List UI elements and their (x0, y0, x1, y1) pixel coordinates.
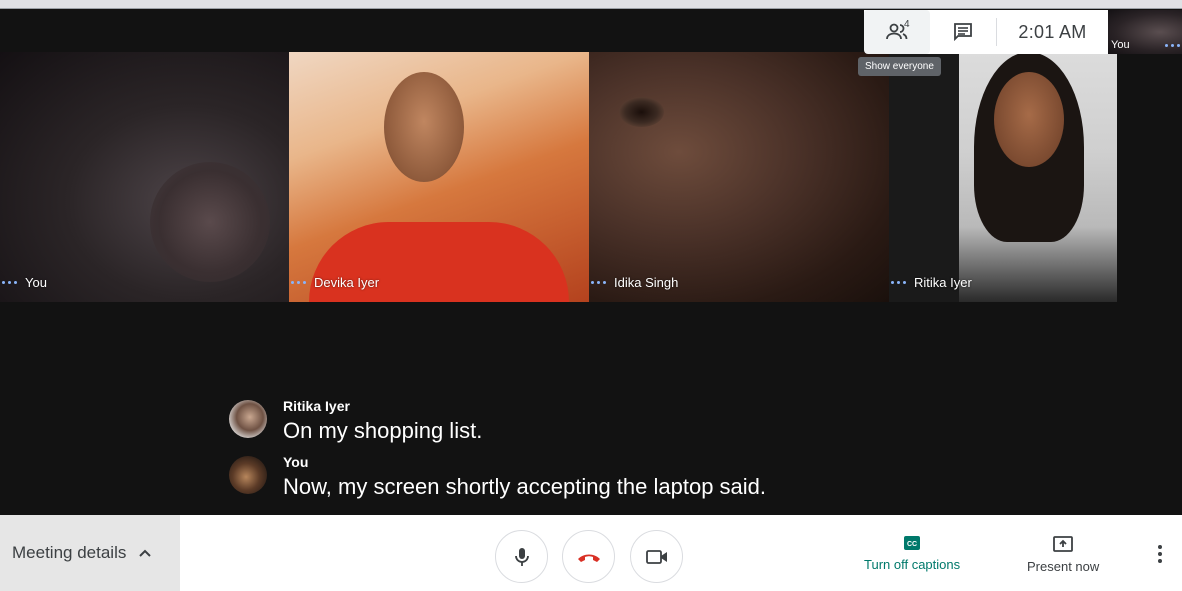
chevron-up-icon (139, 549, 152, 557)
self-preview-label: You (1111, 39, 1130, 51)
participant-count: 4 (904, 19, 910, 30)
self-preview[interactable]: You (1108, 10, 1182, 54)
participant-name-row: Ritika Iyer (889, 275, 972, 290)
mic-icon (514, 547, 529, 566)
svg-text:CC: CC (907, 541, 917, 548)
meeting-clock: 2:01 AM (1018, 21, 1087, 42)
participant-name: You (25, 275, 47, 290)
participant-face (384, 72, 464, 182)
participant-tile-devika[interactable]: Devika Iyer (289, 52, 589, 302)
camera-icon (645, 549, 667, 564)
hangup-button[interactable] (562, 530, 615, 583)
participant-face (994, 72, 1064, 167)
speaking-indicator-icon (2, 281, 17, 284)
camera-button[interactable] (630, 530, 683, 583)
participant-name: Devika Iyer (314, 275, 380, 290)
bottom-control-bar: Meeting details CC Turn off captions Pre… (0, 515, 1182, 591)
top-info-panel: 4 2:01 AM (864, 10, 1108, 54)
more-options-button[interactable] (1150, 542, 1170, 566)
caption-text: On my shopping list. (283, 418, 483, 443)
browser-address-strip (0, 0, 1182, 9)
caption-entry: You Now, my screen shortly accepting the… (229, 454, 766, 500)
closed-captions-icon: CC (904, 536, 921, 550)
speaking-indicator-icon (291, 281, 306, 284)
meeting-details-button[interactable]: Meeting details (0, 515, 180, 591)
caption-body: You Now, my screen shortly accepting the… (283, 454, 766, 500)
caption-text: Now, my screen shortly accepting the lap… (283, 474, 767, 499)
present-now-button[interactable]: Present now (1027, 535, 1099, 574)
participant-name: Ritika Iyer (914, 275, 972, 290)
more-vert-icon (1158, 545, 1162, 563)
participant-video (0, 52, 289, 302)
present-icon (1053, 536, 1074, 552)
caption-speaker: You (283, 454, 309, 470)
participant-video (589, 52, 889, 302)
participant-name-row: You (0, 275, 47, 290)
turn-off-captions-button[interactable]: CC Turn off captions (864, 535, 960, 572)
meeting-stage: You Devika Iyer Idika Singh Ritika Iyer (0, 9, 1182, 515)
avatar (229, 456, 267, 494)
chat-icon (954, 23, 972, 42)
mic-button[interactable] (495, 530, 548, 583)
chat-button[interactable] (930, 10, 996, 54)
present-label: Present now (1027, 559, 1100, 574)
caption-body: Ritika Iyer On my shopping list. (283, 398, 482, 444)
captions-label: Turn off captions (864, 557, 961, 572)
speaking-indicator-icon (891, 281, 906, 284)
hangup-icon (577, 554, 600, 562)
participant-face (150, 162, 270, 282)
participant-tile-idika[interactable]: Idika Singh (589, 52, 889, 302)
participant-eye (619, 97, 664, 127)
participant-shirt (309, 222, 569, 302)
show-everyone-button[interactable]: 4 (864, 10, 930, 54)
participant-video (289, 52, 589, 302)
participant-tile-ritika[interactable]: Ritika Iyer (889, 52, 1117, 302)
avatar (229, 400, 267, 438)
participant-name-row: Idika Singh (589, 275, 678, 290)
speaking-indicator-icon (591, 281, 606, 284)
caption-speaker: Ritika Iyer (283, 398, 350, 414)
participant-name-row: Devika Iyer (289, 275, 379, 290)
participant-video (959, 52, 1117, 302)
show-everyone-tooltip: Show everyone (858, 57, 941, 76)
participant-name: Idika Singh (614, 275, 679, 290)
speaking-indicator-icon (1165, 44, 1180, 47)
meeting-details-label: Meeting details (12, 543, 127, 562)
participant-tile-you[interactable]: You (0, 52, 289, 302)
caption-entry: Ritika Iyer On my shopping list. (229, 398, 482, 444)
